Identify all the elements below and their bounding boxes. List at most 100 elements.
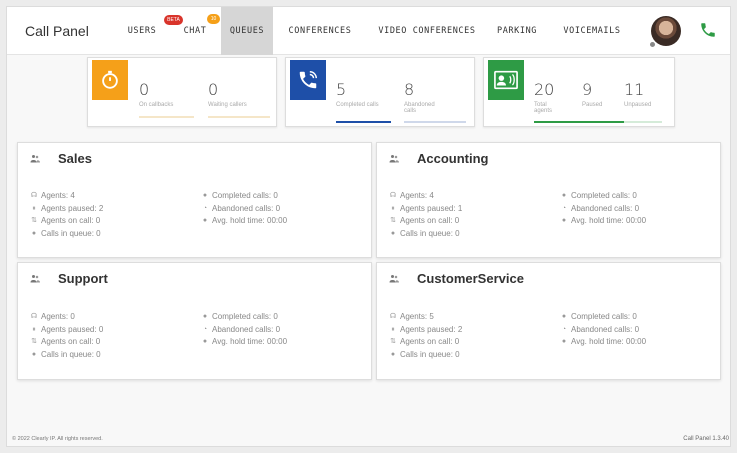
group-icon bbox=[30, 275, 40, 283]
stat-underline bbox=[208, 116, 270, 118]
agents-count: Agents: 5 bbox=[400, 312, 434, 321]
headset-icon: ☊ bbox=[389, 313, 397, 320]
queue-name: Accounting bbox=[417, 151, 489, 166]
account-icon: ● bbox=[390, 229, 396, 237]
pause-icon: ⏸ bbox=[391, 325, 395, 333]
status-dot-icon bbox=[649, 41, 656, 48]
hold-time-icon: ● bbox=[561, 217, 567, 224]
agents-stats-card: 20 Total agents 9 Paused 11 Unpaused bbox=[483, 57, 675, 127]
timer-icon bbox=[92, 60, 128, 100]
call-transfer-icon: ⇅ bbox=[31, 217, 37, 224]
top-navigation-bar: Call Panel USERS CHAT BETA 10 QUEUES CON… bbox=[7, 7, 730, 55]
agents-count: Agents: 0 bbox=[41, 312, 75, 321]
queue-agent-stats: ☊ Agents: 4 ⏸ Agents paused: 2 ⇅ Agents on … bbox=[30, 190, 103, 240]
hold-time-icon: ● bbox=[202, 338, 208, 345]
account-icon: ● bbox=[390, 350, 396, 358]
abandoned-calls: Abandoned calls: 0 bbox=[212, 203, 281, 213]
stat-underline bbox=[404, 121, 466, 123]
agents-count: Agents: 4 bbox=[400, 191, 434, 200]
completed-calls: Completed calls: 0 bbox=[571, 191, 637, 200]
callback-stats-card: 0 On callbacks 0 Waiting callers bbox=[87, 57, 277, 127]
avg-hold-time: Avg. hold time: 00:00 bbox=[571, 216, 647, 225]
avg-hold-time: Avg. hold time: 00:00 bbox=[212, 216, 288, 225]
group-icon bbox=[30, 155, 40, 163]
completed-calls: Completed calls: 0 bbox=[212, 312, 278, 321]
agents-on-call: Agents on call: 0 bbox=[41, 216, 101, 225]
check-circle-icon: ● bbox=[202, 192, 208, 199]
queue-call-stats: ● Completed calls: 0 ◔ Abandoned calls: 0 … bbox=[560, 190, 646, 228]
queue-agent-stats: ☊ Agents: 4 ⏸ Agents paused: 1 ⇅ Agents on … bbox=[389, 190, 462, 240]
abandoned-icon: ◔ bbox=[202, 204, 208, 212]
nav-tab-queues[interactable]: QUEUES bbox=[221, 7, 273, 55]
check-circle-icon: ● bbox=[202, 313, 208, 320]
completed-calls: Completed calls: 0 bbox=[571, 312, 637, 321]
agents-paused: Agents paused: 1 bbox=[400, 203, 463, 213]
avg-hold-time: Avg. hold time: 00:00 bbox=[571, 337, 647, 346]
calls-in-queue: Calls in queue: 0 bbox=[41, 228, 101, 238]
group-icon bbox=[389, 155, 399, 163]
nav-tab-video-conferences[interactable]: VIDEO CONFERENCES bbox=[371, 7, 483, 55]
queue-card-customerservice[interactable]: CustomerService ☊ Agents: 5 ⏸ Agents pause… bbox=[376, 262, 721, 380]
contact-phone-icon bbox=[488, 60, 524, 100]
queue-card-support[interactable]: Support ☊ Agents: 0 ⏸ Agents paused: 0 ⇅ Ag… bbox=[17, 262, 372, 380]
nav-tab-chat-label: CHAT bbox=[183, 26, 207, 36]
queue-name: Sales bbox=[58, 151, 92, 166]
stat-label: Unpaused bbox=[624, 102, 652, 108]
abandoned-calls: Abandoned calls: 0 bbox=[212, 324, 281, 334]
nav-tab-voicemails[interactable]: VOICEMAILS bbox=[552, 7, 632, 55]
phone-icon[interactable] bbox=[699, 21, 717, 39]
app-window: Call Panel USERS CHAT BETA 10 QUEUES CON… bbox=[6, 6, 731, 447]
footer-version: Call Panel 1.3.40 bbox=[683, 436, 729, 442]
stat-underline bbox=[624, 121, 662, 123]
stat-value: 5 bbox=[336, 80, 347, 99]
app-title: Call Panel bbox=[25, 23, 89, 39]
nav-tab-conferences[interactable]: CONFERENCES bbox=[279, 7, 361, 55]
queue-call-stats: ● Completed calls: 0 ◔ Abandoned calls: 0 … bbox=[560, 311, 646, 349]
abandoned-icon: ◔ bbox=[202, 325, 208, 333]
headset-icon: ☊ bbox=[30, 313, 38, 320]
check-circle-icon: ● bbox=[561, 313, 567, 320]
queue-agent-stats: ☊ Agents: 0 ⏸ Agents paused: 0 ⇅ Agents on … bbox=[30, 311, 103, 361]
footer-copyright: © 2022 Clearly IP. All rights reserved. bbox=[12, 436, 103, 442]
queue-card-sales[interactable]: Sales ☊ Agents: 4 ⏸ Agents paused: 2 ⇅ Agen… bbox=[17, 142, 372, 258]
queue-card-accounting[interactable]: Accounting ☊ Agents: 4 ⏸ Agents paused: 1 … bbox=[376, 142, 721, 258]
group-icon bbox=[389, 275, 399, 283]
stat-underline bbox=[139, 116, 194, 118]
headset-icon: ☊ bbox=[30, 192, 38, 199]
calls-stats-card: 5 Completed calls 8 Abandoned calls bbox=[285, 57, 475, 127]
call-transfer-icon: ⇅ bbox=[390, 217, 396, 224]
user-avatar[interactable] bbox=[651, 16, 681, 46]
abandoned-icon: ◔ bbox=[561, 204, 567, 212]
headset-icon: ☊ bbox=[389, 192, 397, 199]
chat-count-badge: 10 bbox=[207, 14, 220, 24]
stat-label: Total agents bbox=[534, 102, 553, 114]
agents-on-call: Agents on call: 0 bbox=[41, 337, 101, 346]
stat-value: 0 bbox=[208, 80, 219, 99]
pause-icon: ⏸ bbox=[391, 204, 395, 212]
agents-paused: Agents paused: 0 bbox=[41, 324, 104, 334]
calls-in-queue: Calls in queue: 0 bbox=[41, 349, 101, 359]
pause-icon: ⏸ bbox=[32, 204, 36, 212]
call-transfer-icon: ⇅ bbox=[31, 338, 37, 345]
nav-tab-parking[interactable]: PARKING bbox=[493, 7, 541, 55]
beta-badge: BETA bbox=[164, 15, 183, 25]
account-icon: ● bbox=[31, 350, 37, 358]
hold-time-icon: ● bbox=[561, 338, 567, 345]
stat-label: Waiting callers bbox=[208, 102, 247, 108]
agents-paused: Agents paused: 2 bbox=[41, 203, 104, 213]
agents-on-call: Agents on call: 0 bbox=[400, 216, 460, 225]
hold-time-icon: ● bbox=[202, 217, 208, 224]
nav-tab-users[interactable]: USERS bbox=[117, 7, 167, 55]
check-circle-icon: ● bbox=[561, 192, 567, 199]
avg-hold-time: Avg. hold time: 00:00 bbox=[212, 337, 288, 346]
queue-call-stats: ● Completed calls: 0 ◔ Abandoned calls: 0 … bbox=[201, 190, 287, 228]
calls-in-queue: Calls in queue: 0 bbox=[400, 228, 460, 238]
abandoned-calls: Abandoned calls: 0 bbox=[571, 324, 640, 334]
call-transfer-icon: ⇅ bbox=[390, 338, 396, 345]
abandoned-icon: ◔ bbox=[561, 325, 567, 333]
agents-on-call: Agents on call: 0 bbox=[400, 337, 460, 346]
stat-label: On callbacks bbox=[139, 102, 174, 108]
phone-in-talk-icon bbox=[290, 60, 326, 100]
account-icon: ● bbox=[31, 229, 37, 237]
completed-calls: Completed calls: 0 bbox=[212, 191, 278, 200]
